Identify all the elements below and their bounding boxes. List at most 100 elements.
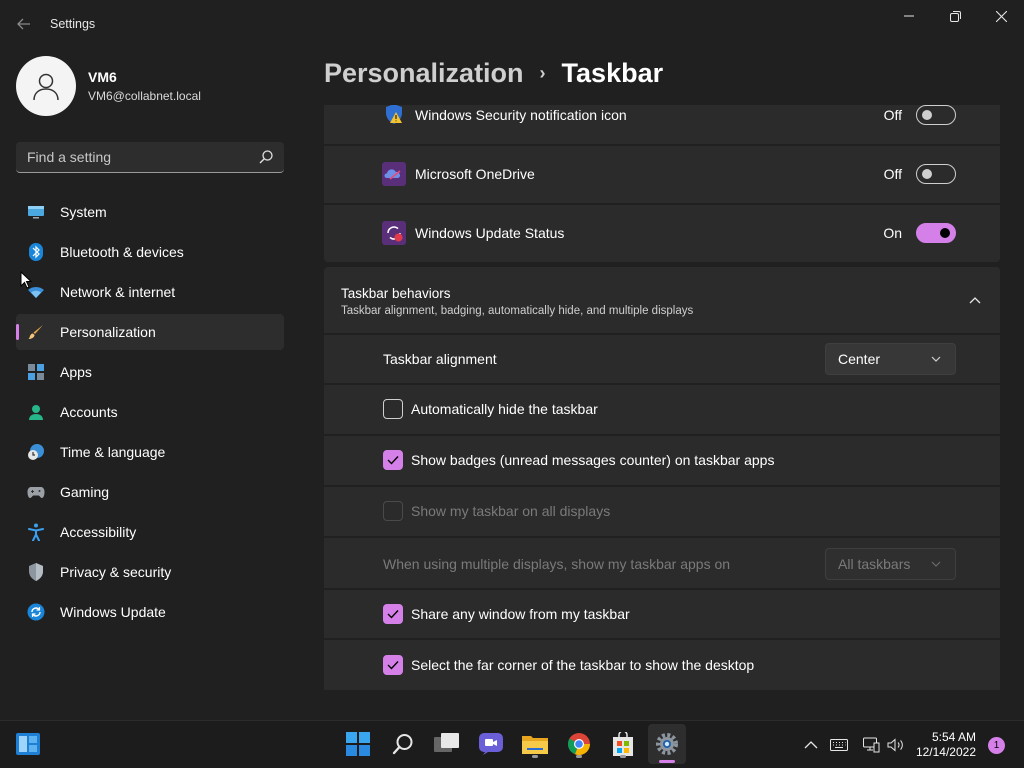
sidebar-item-bluetooth[interactable]: Bluetooth & devices: [16, 234, 284, 270]
chevron-up-icon[interactable]: [802, 736, 820, 754]
sidebar-item-label: Bluetooth & devices: [60, 244, 184, 260]
checkbox-label[interactable]: Select the far corner of the taskbar to …: [411, 657, 754, 673]
sidebar-item-label: Privacy & security: [60, 564, 172, 580]
keyboard-icon[interactable]: [829, 736, 849, 754]
sidebar-item-personalization[interactable]: Personalization: [16, 314, 284, 350]
mouse-cursor-icon: [20, 271, 32, 289]
checkbox-label: Show my taskbar on all displays: [411, 503, 611, 519]
breadcrumb-parent[interactable]: Personalization: [324, 58, 524, 89]
security-icon-toggle[interactable]: [916, 105, 956, 125]
settings-content: Windows Security notification icon Off M…: [324, 105, 1000, 690]
sidebar-item-system[interactable]: System: [16, 194, 284, 230]
store-button[interactable]: [608, 729, 638, 759]
chat-button[interactable]: [476, 729, 506, 759]
sidebar-item-privacy-security[interactable]: Privacy & security: [16, 554, 284, 590]
share-window-checkbox[interactable]: [383, 604, 403, 624]
all-displays-checkbox[interactable]: [383, 501, 403, 521]
sidebar-item-label: Windows Update: [60, 604, 166, 620]
checkbox-label[interactable]: Show badges (unread messages counter) on…: [411, 452, 774, 468]
widgets-icon: [16, 733, 40, 755]
file-explorer-icon: [522, 736, 548, 754]
settings-button[interactable]: [648, 724, 686, 764]
setting-label: Windows Security notification icon: [415, 107, 627, 123]
system-clock[interactable]: 5:54 AM 12/14/2022: [916, 730, 976, 760]
setting-row-alignment: Taskbar alignment Center: [324, 335, 1000, 383]
taskbar-alignment-dropdown[interactable]: Center: [825, 343, 956, 375]
file-explorer-button[interactable]: [520, 729, 550, 759]
toggle-state-text: Off: [883, 166, 902, 182]
arrow-left-icon: [17, 18, 30, 30]
sidebar-item-apps[interactable]: Apps: [16, 354, 284, 390]
sidebar-item-accounts[interactable]: Accounts: [16, 394, 284, 430]
expander-title: Taskbar behaviors: [341, 286, 451, 301]
sidebar-item-network[interactable]: Network & internet: [16, 274, 284, 310]
running-indicator: [620, 755, 626, 758]
onedrive-icon: [382, 162, 406, 186]
network-icon[interactable]: [861, 736, 881, 754]
sidebar-item-label: Apps: [60, 364, 92, 380]
toggle-knob: [922, 110, 932, 120]
setting-row-multi-display: When using multiple displays, show my ta…: [324, 538, 1000, 588]
sidebar-item-gaming[interactable]: Gaming: [16, 474, 284, 510]
chevron-up-icon[interactable]: [968, 293, 982, 307]
toggle-knob: [940, 228, 950, 238]
setting-label: Taskbar alignment: [383, 351, 497, 367]
user-name: VM6: [88, 69, 117, 85]
auto-hide-checkbox[interactable]: [383, 399, 403, 419]
search-button[interactable]: [388, 729, 418, 759]
chevron-down-icon: [931, 356, 941, 362]
sidebar-item-label: Accessibility: [60, 524, 137, 540]
chrome-button[interactable]: [564, 729, 594, 759]
dropdown-value: All taskbars: [838, 556, 911, 572]
search-box[interactable]: [16, 142, 284, 173]
active-indicator: [659, 760, 675, 763]
toggle-state-text: Off: [883, 107, 902, 123]
sidebar-item-label: Accounts: [60, 404, 118, 420]
sidebar-item-accessibility[interactable]: Accessibility: [16, 514, 284, 550]
volume-icon[interactable]: [886, 736, 906, 754]
sidebar-item-time-language[interactable]: Time & language: [16, 434, 284, 470]
minimize-button[interactable]: [886, 6, 932, 26]
setting-row-auto-hide: Automatically hide the taskbar: [324, 385, 1000, 434]
sidebar-item-windows-update[interactable]: Windows Update: [16, 594, 284, 630]
user-profile[interactable]: VM6 VM6@collabnet.local: [16, 56, 201, 116]
onedrive-toggle[interactable]: [916, 164, 956, 184]
gamepad-icon: [27, 483, 45, 501]
checkbox-label[interactable]: Share any window from my taskbar: [411, 606, 630, 622]
person-silhouette-icon: [33, 73, 59, 101]
taskbar-behaviors-expander[interactable]: Taskbar behaviors Taskbar alignment, bad…: [324, 267, 1000, 333]
minimize-icon: [904, 15, 914, 17]
dropdown-value: Center: [838, 351, 881, 367]
far-corner-checkbox[interactable]: [383, 655, 403, 675]
task-view-button[interactable]: [432, 729, 462, 759]
clock-date: 12/14/2022: [915, 745, 976, 759]
sidebar-item-label: Personalization: [60, 324, 156, 340]
start-button[interactable]: [343, 729, 373, 759]
shield-icon: [27, 563, 45, 581]
search-icon: [392, 734, 413, 755]
search-icon[interactable]: [258, 149, 274, 165]
back-button[interactable]: [14, 14, 34, 34]
search-input[interactable]: [16, 142, 256, 172]
widgets-button[interactable]: [13, 729, 43, 759]
user-email: VM6@collabnet.local: [88, 89, 201, 103]
app-title: Settings: [50, 17, 96, 31]
page-title: Taskbar: [561, 58, 664, 88]
restore-button[interactable]: [932, 6, 978, 26]
taskbar-corner-overflow-card: Windows Security notification icon Off M…: [324, 105, 1000, 262]
multi-display-dropdown[interactable]: All taskbars: [825, 548, 956, 580]
windows-taskbar: 5:54 AM 12/14/2022 1: [0, 720, 1024, 768]
notification-badge[interactable]: 1: [988, 737, 1005, 754]
chrome-icon: [567, 733, 591, 756]
start-icon: [346, 732, 370, 756]
windows-update-status-icon: [382, 221, 406, 245]
running-indicator: [532, 755, 538, 758]
checkbox-label[interactable]: Automatically hide the taskbar: [411, 401, 598, 417]
setting-row-windows-update-status: Windows Update Status On: [324, 205, 1000, 262]
show-badges-checkbox[interactable]: [383, 450, 403, 470]
sidebar-item-label: Network & internet: [60, 284, 176, 300]
setting-row-onedrive: Microsoft OneDrive Off: [324, 146, 1000, 203]
close-button[interactable]: [978, 6, 1024, 26]
windows-update-status-toggle[interactable]: [916, 223, 956, 243]
setting-row-all-displays: Show my taskbar on all displays: [324, 487, 1000, 536]
